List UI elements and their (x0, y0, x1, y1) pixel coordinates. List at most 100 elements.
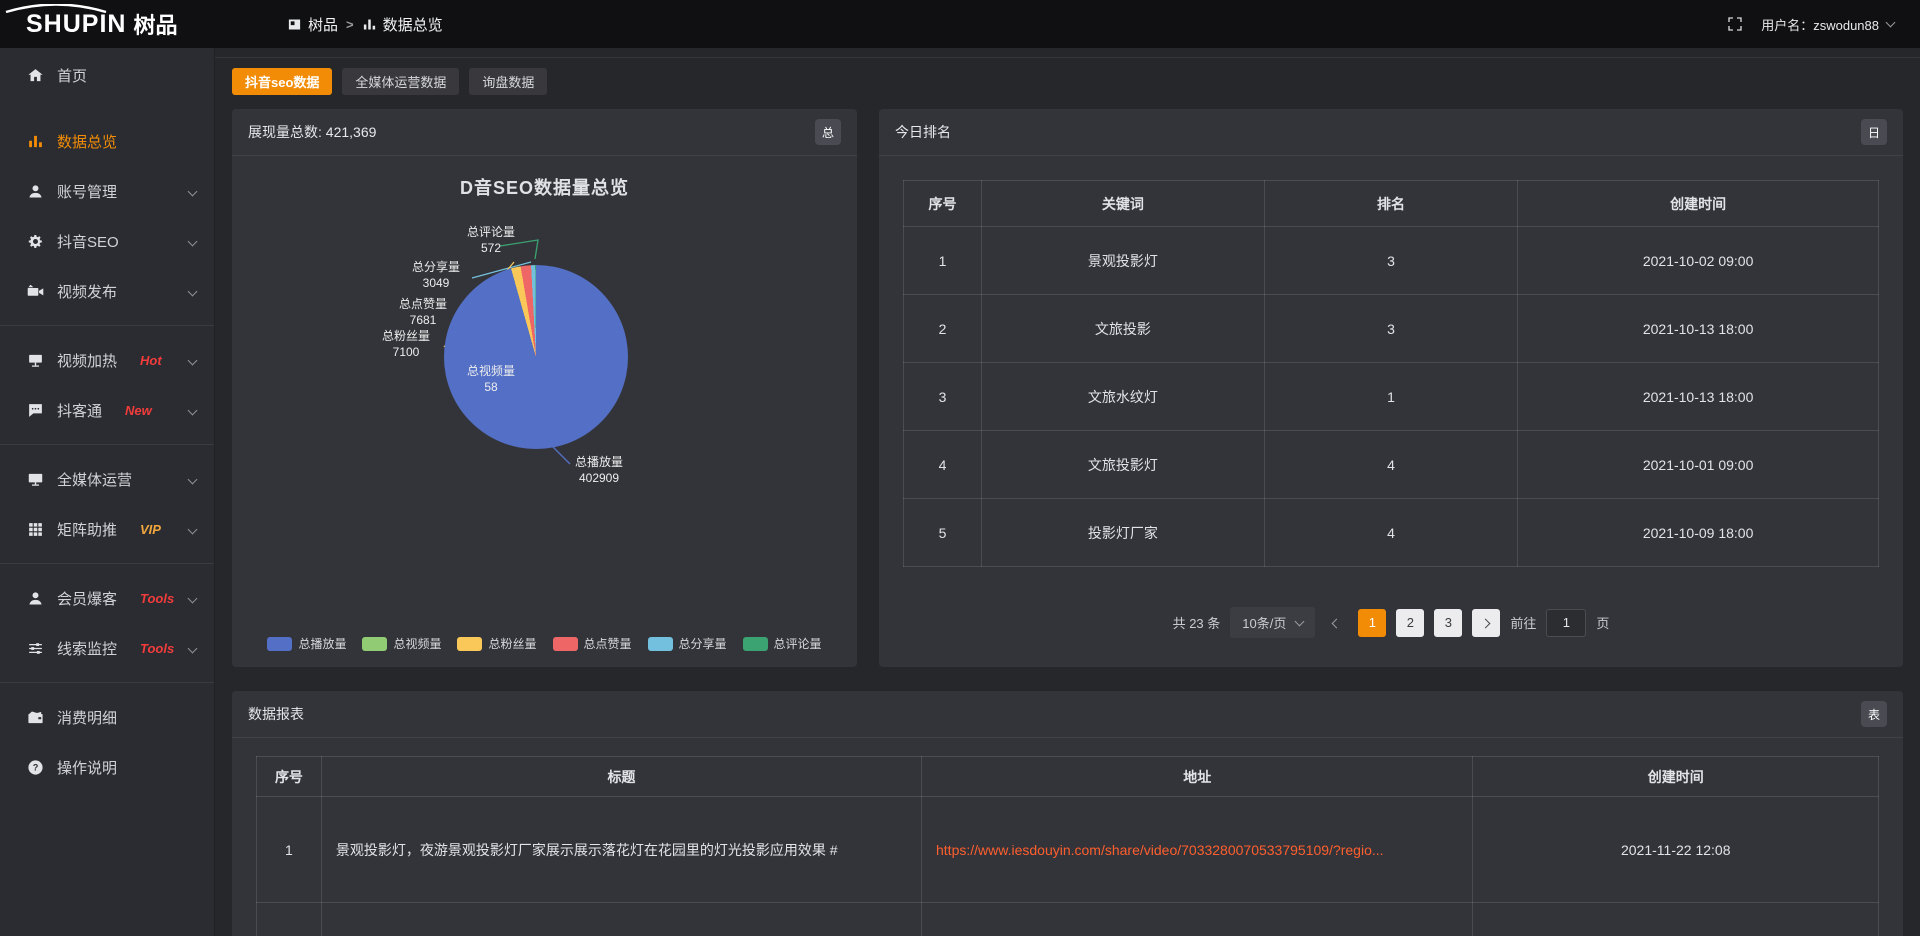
tab-media-operation-data[interactable]: 全媒体运营数据 (342, 68, 459, 95)
col-created: 创建时间 (1473, 757, 1879, 797)
card-icon (287, 17, 302, 32)
col-url: 地址 (922, 757, 1473, 797)
chevron-down-icon (188, 186, 198, 196)
pie-chart[interactable] (444, 265, 628, 449)
legend-item-likes[interactable]: 总点赞量 (553, 635, 632, 652)
next-page-button[interactable] (1472, 609, 1500, 637)
legend-item-fans[interactable]: 总粉丝量 (457, 635, 536, 652)
chevron-down-icon (188, 593, 198, 603)
table-header-row: 序号 关键词 排名 创建时间 (904, 181, 1879, 227)
chevron-down-icon (188, 355, 198, 365)
sidebar-divider (0, 682, 214, 683)
legend-item-plays[interactable]: 总播放量 (267, 635, 346, 652)
sidebar-item-member-baoke[interactable]: 会员爆客 Tools (0, 573, 214, 623)
sidebar-divider (0, 444, 214, 445)
chevron-down-icon (188, 236, 198, 246)
col-rank: 排名 (1264, 181, 1518, 227)
sidebar-item-video-publish[interactable]: 视频发布 (0, 266, 214, 316)
sidebar-divider (0, 325, 214, 326)
bar-chart-icon (362, 17, 377, 32)
monitor-icon (27, 471, 44, 488)
username-label: 用户名：zswodun88 (1761, 15, 1879, 34)
data-tabs: 抖音seo数据 全媒体运营数据 询盘数据 (232, 68, 1903, 95)
pie-chart-area: D音SEO数据量总览 总评论量572 总分享量3049 总点赞量7681 (232, 156, 857, 666)
page-button-2[interactable]: 2 (1396, 609, 1424, 637)
sidebar-item-consumption[interactable]: 消费明细 (0, 692, 214, 742)
user-icon (27, 590, 44, 607)
tab-douyin-seo-data[interactable]: 抖音seo数据 (232, 68, 332, 95)
sliders-icon (27, 640, 44, 657)
page-size-select[interactable]: 10条/页 (1230, 607, 1315, 638)
sidebar-item-matrix-boost[interactable]: 矩阵助推 VIP (0, 504, 214, 554)
chevron-down-icon (1295, 616, 1305, 626)
prev-page-button[interactable] (1325, 615, 1348, 630)
sidebar-item-help[interactable]: ? 操作说明 (0, 742, 214, 792)
table-row: 2文旅投影32021-10-13 18:00 (904, 295, 1879, 363)
tools-badge: Tools (140, 591, 174, 606)
total-badge-button[interactable]: 总 (815, 119, 841, 145)
sidebar-item-account[interactable]: 账号管理 (0, 166, 214, 216)
svg-text:?: ? (33, 762, 39, 772)
new-badge: New (125, 403, 152, 418)
ranking-panel-title: 今日排名 (895, 122, 951, 142)
user-menu[interactable]: 用户名：zswodun88 (1761, 15, 1894, 34)
pagination: 共 23 条 10条/页 1 2 3 前往 页 (879, 607, 1903, 638)
home-icon (27, 67, 44, 84)
day-badge-button[interactable]: 日 (1861, 119, 1887, 145)
sidebar-item-clue-monitor[interactable]: 线索监控 Tools (0, 623, 214, 673)
chevron-down-icon (188, 405, 198, 415)
pie-callout-shares: 总分享量3049 (391, 259, 481, 291)
breadcrumb-item-home[interactable]: 树品 (287, 14, 338, 35)
legend-item-comments[interactable]: 总评论量 (743, 635, 822, 652)
chevron-down-icon (1886, 18, 1896, 28)
breadcrumb: 树品 > 数据总览 (287, 14, 443, 35)
sidebar-item-data-overview[interactable]: 数据总览 (0, 116, 214, 166)
impressions-total-label: 展现量总数: 421,369 (248, 122, 376, 142)
pie-callout-likes: 总点赞量7681 (378, 296, 468, 328)
table-row-partial (257, 903, 1879, 936)
chevron-down-icon (188, 524, 198, 534)
tab-inquiry-data[interactable]: 询盘数据 (469, 68, 547, 95)
video-camera-icon (27, 283, 44, 300)
chevron-left-icon (1332, 619, 1342, 629)
legend-swatch (362, 637, 387, 651)
chevron-down-icon (188, 286, 198, 296)
sidebar-item-douyin-seo[interactable]: 抖音SEO (0, 216, 214, 266)
goto-page-input[interactable] (1546, 609, 1586, 637)
col-title: 标题 (321, 757, 921, 797)
main-content: 抖音seo数据 全媒体运营数据 询盘数据 展现量总数: 421,369 总 D音… (215, 48, 1920, 936)
legend-swatch (743, 637, 768, 651)
sidebar-item-douketong[interactable]: 抖客通 New (0, 385, 214, 435)
legend-item-shares[interactable]: 总分享量 (648, 635, 727, 652)
breadcrumb-item-current[interactable]: 数据总览 (362, 14, 443, 35)
col-index: 序号 (904, 181, 982, 227)
hot-badge: Hot (140, 353, 162, 368)
page-button-3[interactable]: 3 (1434, 609, 1462, 637)
data-report-panel: 数据报表 表 序号 标题 地址 创建时间 1 景观投影灯，夜游景观投影灯 (232, 691, 1903, 936)
report-panel-title: 数据报表 (248, 704, 304, 724)
table-badge-button[interactable]: 表 (1861, 701, 1887, 727)
chevron-down-icon (188, 643, 198, 653)
legend-swatch (267, 637, 292, 651)
tools-badge: Tools (140, 641, 174, 656)
video-link[interactable]: https://www.iesdouyin.com/share/video/70… (936, 842, 1384, 858)
goto-suffix: 页 (1596, 613, 1609, 632)
legend-swatch (648, 637, 673, 651)
sidebar-item-media-operation[interactable]: 全媒体运营 (0, 454, 214, 504)
table-row: 3文旅水纹灯12021-10-13 18:00 (904, 363, 1879, 431)
pie-callout-fans: 总粉丝量7100 (361, 328, 451, 360)
gear-icon (27, 233, 44, 250)
fullscreen-icon[interactable] (1727, 16, 1743, 32)
vip-badge: VIP (140, 522, 161, 537)
legend-item-videos[interactable]: 总视频量 (362, 635, 441, 652)
display-icon (27, 352, 44, 369)
sidebar-item-video-heat[interactable]: 视频加热 Hot (0, 335, 214, 385)
table-row: 4文旅投影灯42021-10-01 09:00 (904, 431, 1879, 499)
legend-swatch (457, 637, 482, 651)
pagination-total: 共 23 条 (1173, 613, 1221, 632)
page-button-1[interactable]: 1 (1358, 609, 1386, 637)
top-header: SHUPIN 树品 树品 > 数据总览 用户名：zswodun88 (0, 0, 1920, 48)
sidebar: 首页 数据总览 账号管理 抖音SEO 视频发布 视频加热 Hot (0, 48, 215, 936)
legend-swatch (553, 637, 578, 651)
sidebar-item-home[interactable]: 首页 (0, 50, 214, 100)
